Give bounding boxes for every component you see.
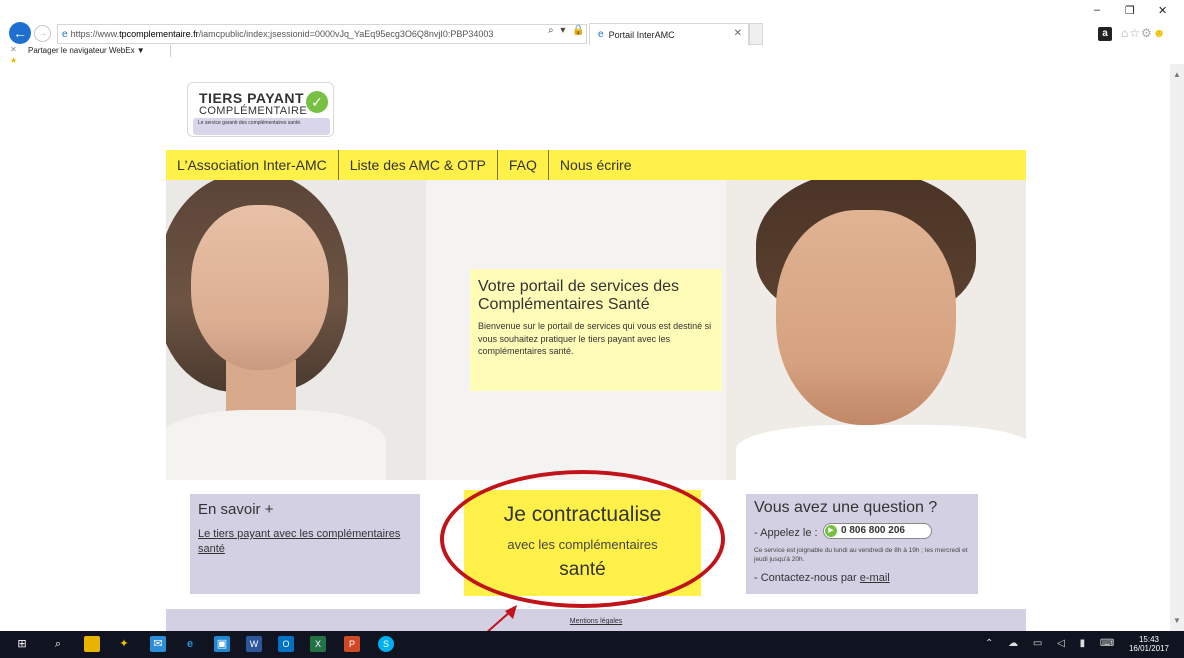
phone-arrow-icon: ▶ [825,525,837,537]
feedback-smiley-icon[interactable]: ☻ [1153,26,1167,40]
address-bar[interactable]: e https://www. tpcomplementaire.fr/iamcpu… [57,24,587,44]
woman-photo-shirt [166,410,386,480]
close-window-icon[interactable]: ✕ [1158,4,1167,17]
en-savoir-title: En savoir + [198,501,274,518]
url-host: tpcomplementaire.fr [119,29,199,39]
site-logo[interactable]: TIERS PAYANT COMPLÉMENTAIRE ✓ Le service… [187,82,334,137]
logo-tagline: Le service garanti des complémentaires s… [193,118,330,135]
man-photo-face [776,210,956,425]
woman-photo-face [191,205,329,370]
logo-line2: COMPLÉMENTAIRE [199,105,308,117]
clock-time: 15:43 [1138,635,1160,644]
url-prefix: https://www. [70,29,120,39]
menu-item-faq[interactable]: FAQ [498,150,549,180]
app-icon[interactable]: ▣ [214,636,230,652]
welcome-box: Votre portail de services des Complément… [470,269,722,391]
search-icon[interactable]: ⌕ [50,636,66,652]
phone-number: 0 806 800 206 [841,525,905,536]
outlook-icon[interactable]: O [278,636,294,652]
menu-item-association[interactable]: L'Association Inter-AMC [166,150,339,180]
check-icon: ✓ [306,91,328,113]
system-tray[interactable]: ⌃ ☁ ▭ ◁ ▮ ⌨ [985,638,1120,649]
home-icon[interactable]: ⌂ [1121,26,1129,40]
minimize-icon[interactable]: – [1094,4,1100,16]
contact-prefix: - Contactez-nous par [754,572,857,584]
tab-title: Portail InterAMC [608,29,675,40]
forward-button[interactable]: → [34,25,51,42]
scroll-down-icon[interactable]: ▼ [1173,616,1181,625]
internet-explorer-icon[interactable]: e [182,636,198,652]
back-button[interactable]: ← [9,22,31,44]
tiers-payant-link[interactable]: Le tiers payant avec les complémentaires… [198,527,408,557]
favorites-icon[interactable]: ☆ [1129,26,1141,40]
clock[interactable]: 15:43 16/01/2017 [1128,635,1170,653]
windows-taskbar: ⊞ ⌕ ✦ ✉ e ▣ W O X P S ⌃ ☁ ▭ ◁ ▮ ⌨ 15:43 … [0,631,1184,658]
file-explorer-icon[interactable] [84,636,100,652]
question-box: Vous avez une question ? - Appelez le : … [746,494,978,594]
welcome-title: Votre portail de services des Complément… [478,278,679,313]
amazon-icon[interactable]: a [1098,27,1112,41]
restore-icon[interactable]: ❐ [1125,4,1135,17]
word-icon[interactable]: W [246,636,262,652]
excel-icon[interactable]: X [310,636,326,652]
footer-bar: Mentions légales [166,609,1026,631]
opening-hours: Ce service est joignable du lundi au ven… [754,547,968,563]
tab-close-icon[interactable]: ✕ [734,28,742,39]
menu-item-liste-amc[interactable]: Liste des AMC & OTP [339,150,498,180]
phone-number-badge[interactable]: ▶ 0 806 800 206 [823,523,932,539]
settings-icon[interactable]: ⚙ [1141,26,1153,40]
mentions-legales-link[interactable]: Mentions légales [166,618,1026,625]
red-annotation-ellipse [440,470,725,608]
browser-chrome: ← → e https://www. tpcomplementaire.fr/ia… [0,0,1184,65]
ie-page-icon: e [62,28,68,40]
welcome-text: Bienvenue sur le portail de services qui… [478,321,712,356]
new-tab-button[interactable] [749,23,763,45]
call-label: - Appelez le : [754,527,818,539]
mail-icon[interactable]: ✉ [150,636,166,652]
powerpoint-icon[interactable]: P [344,636,360,652]
command-bar-close-icon[interactable]: ✕ [10,45,17,54]
vertical-scrollbar[interactable]: ▲ ▼ [1170,64,1184,631]
url-path: /iamcpublic/index;jsessionid=0000vJq_YaE… [198,29,494,39]
menu-item-nous-ecrire[interactable]: Nous écrire [549,150,643,180]
command-bar-separator [170,45,171,57]
webex-share-menu[interactable]: Partager le navigateur WebEx ▼ [28,46,145,55]
en-savoir-box: En savoir + Le tiers payant avec les com… [190,494,420,594]
browser-tab[interactable]: e Portail InterAMC ✕ [589,23,749,45]
pin-app-icon[interactable]: ✦ [116,636,132,652]
scroll-up-icon[interactable]: ▲ [1173,70,1181,79]
toolbar-icons[interactable]: ⌂☆⚙☻ [1121,26,1166,40]
main-menu: L'Association Inter-AMC Liste des AMC & … [166,150,1026,180]
tab-ie-icon: e [598,29,604,40]
command-bar: ✕ Partager le navigateur WebEx ▼ [0,45,200,57]
man-photo-shirt [736,425,1026,480]
windows-start-icon[interactable]: ⊞ [14,636,30,652]
contact-line: - Contactez-nous par e-mail [754,572,890,584]
skype-icon[interactable]: S [378,636,394,652]
logo-line1: TIERS PAYANT [199,90,305,106]
clock-date: 16/01/2017 [1128,644,1170,653]
question-title: Vous avez une question ? [754,499,938,516]
email-link[interactable]: e-mail [860,572,890,584]
